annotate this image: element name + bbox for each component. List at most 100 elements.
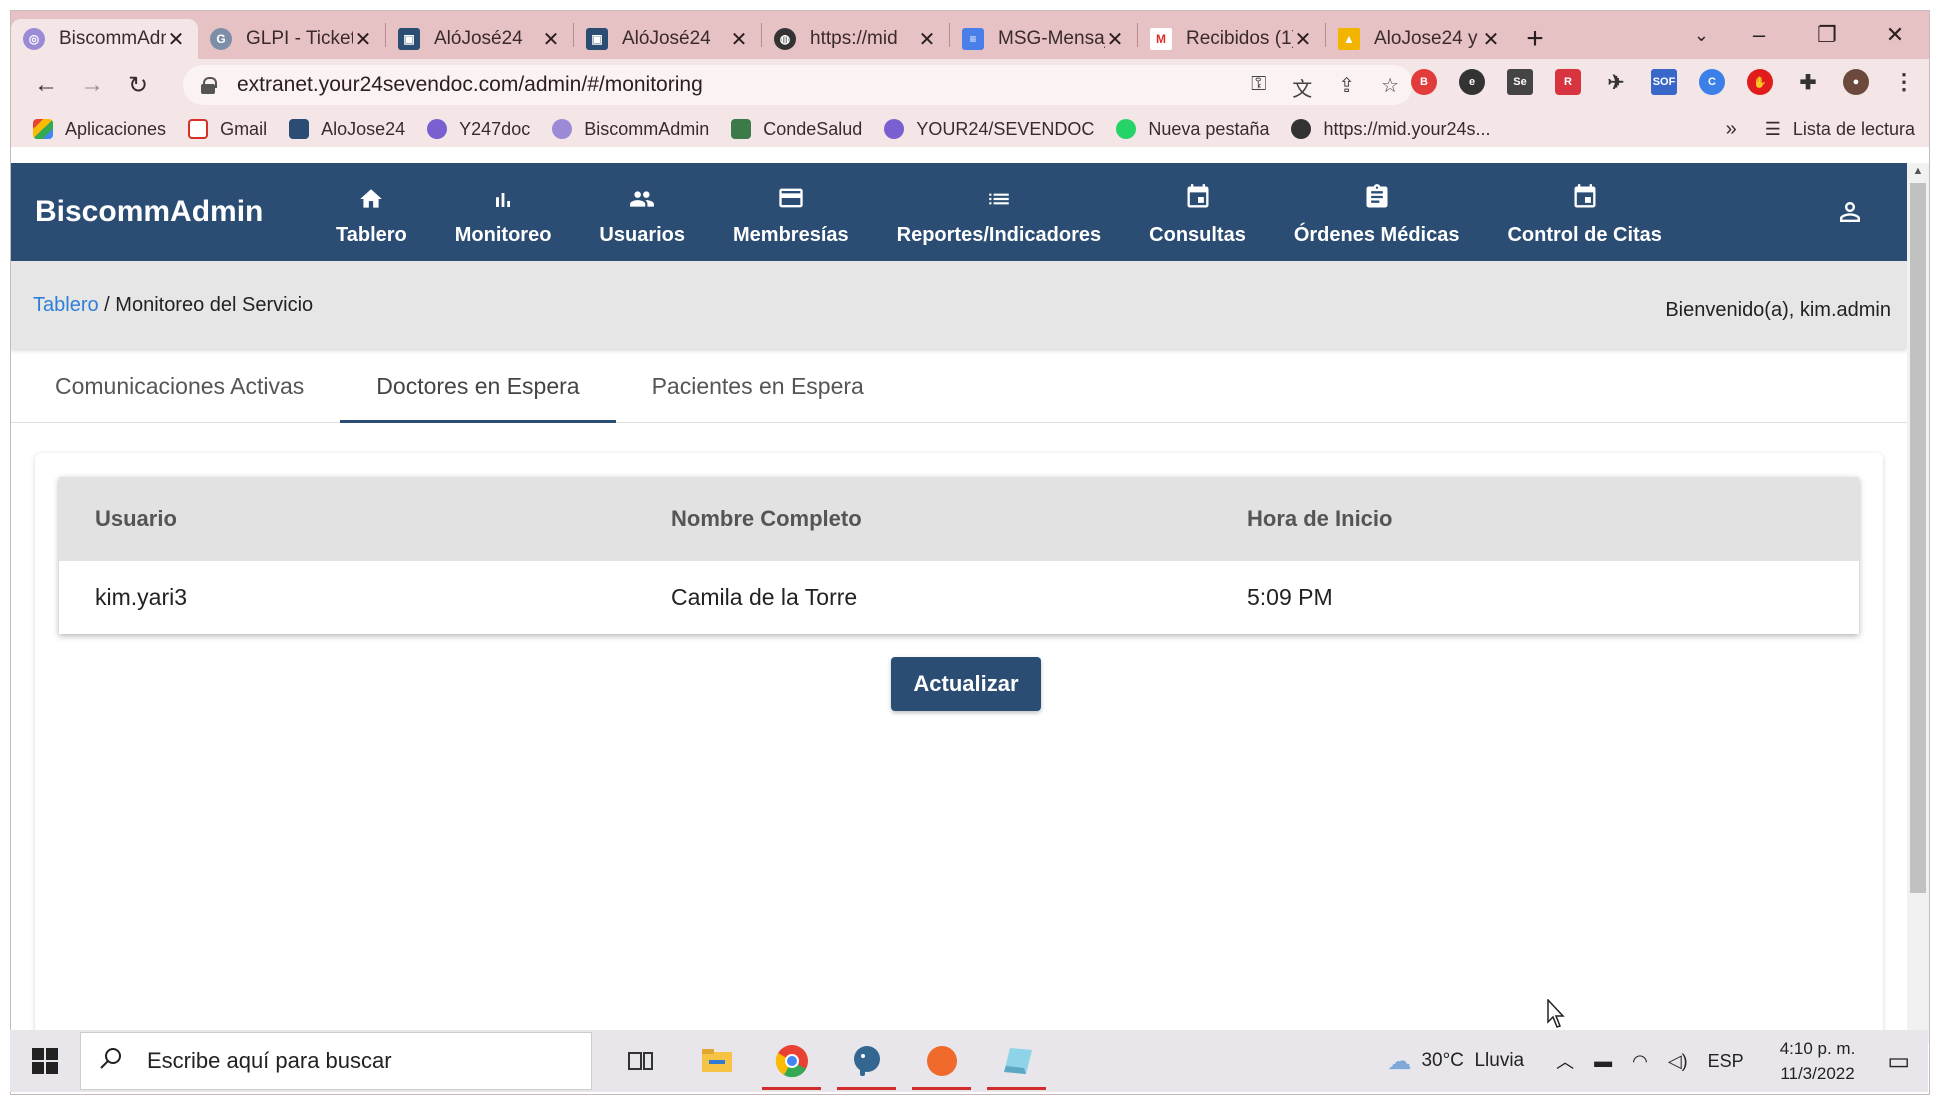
menu-item-membresias[interactable]: Membresías xyxy=(709,163,873,261)
key-icon[interactable]: ⚿ xyxy=(1251,73,1266,102)
close-tab-icon[interactable]: ✕ xyxy=(541,27,561,52)
menu-item-monitoreo[interactable]: Monitoreo xyxy=(431,163,576,261)
bookmark-item[interactable]: https://mid.your24s... xyxy=(1291,119,1491,140)
menu-label: Órdenes Médicas xyxy=(1293,223,1460,246)
extension-b-icon[interactable]: B xyxy=(1411,69,1437,95)
browser-tab[interactable]: ▣ AlóJosé24 ✕ xyxy=(386,19,573,59)
bookmark-item[interactable]: AloJose24 xyxy=(289,119,405,140)
compass-app-icon[interactable] xyxy=(904,1030,979,1092)
weather-widget[interactable]: ☁ 30°C Lluvia xyxy=(1387,1047,1524,1076)
table-row[interactable]: kim.yari3 Camila de la Torre 5:09 PM xyxy=(59,561,1859,634)
reading-list-button[interactable]: Lista de lectura xyxy=(1793,119,1915,140)
close-tab-icon[interactable]: ✕ xyxy=(166,27,186,52)
page-scrollbar[interactable]: ▲ ▼ xyxy=(1907,163,1929,1043)
close-tab-icon[interactable]: ✕ xyxy=(1293,27,1313,52)
close-tab-icon[interactable]: ✕ xyxy=(353,27,373,52)
clock-time: 4:10 p. m. xyxy=(1779,1039,1856,1058)
adblock-icon[interactable]: ✋ xyxy=(1747,69,1773,95)
lock-icon[interactable] xyxy=(201,77,217,94)
menu-item-tablero[interactable]: Tablero xyxy=(312,163,431,261)
extension-sof-icon[interactable]: SOF xyxy=(1651,69,1677,95)
bookmark-item[interactable]: CondeSalud xyxy=(731,119,862,140)
extension-red-icon[interactable]: R xyxy=(1555,69,1581,95)
close-tab-icon[interactable]: ✕ xyxy=(1105,27,1125,52)
bookmark-item[interactable]: Nueva pestaña xyxy=(1116,119,1269,140)
browser-tab[interactable]: M Recibidos (1) ✕ xyxy=(1138,19,1325,59)
bookmarks-overflow-button[interactable]: » xyxy=(1726,118,1737,141)
bookmark-item[interactable]: Y247doc xyxy=(427,119,530,140)
refresh-button[interactable]: Actualizar xyxy=(891,657,1041,711)
extension-e-icon[interactable]: e xyxy=(1459,69,1485,95)
bookmark-label: Y247doc xyxy=(459,118,531,139)
biscomm-favicon-icon: ◎ xyxy=(23,28,45,50)
restore-icon[interactable]: ❐ xyxy=(1793,22,1861,48)
bookmark-item[interactable]: BiscommAdmin xyxy=(552,119,709,140)
close-tab-icon[interactable]: ✕ xyxy=(729,27,749,52)
bookmark-item[interactable]: Aplicaciones xyxy=(33,119,166,140)
tab-comunicaciones-activas[interactable]: Comunicaciones Activas xyxy=(19,349,340,423)
close-tab-icon[interactable]: ✕ xyxy=(917,27,937,52)
y247doc-icon xyxy=(427,119,448,139)
forward-icon[interactable]: → xyxy=(69,71,115,99)
profile-avatar[interactable]: ● xyxy=(1843,69,1869,95)
bookmark-label: AloJose24 xyxy=(321,118,406,139)
browser-tab[interactable]: ◍ https://mid ✕ xyxy=(762,19,949,59)
chevron-up-icon[interactable]: ︿ xyxy=(1556,1048,1574,1074)
menu-item-consultas[interactable]: Consultas xyxy=(1125,163,1270,261)
puzzle-extensions-icon[interactable]: ✚ xyxy=(1795,69,1821,95)
menu-item-control-citas[interactable]: Control de Citas xyxy=(1483,163,1685,261)
breadcrumb-link-tablero[interactable]: Tablero xyxy=(33,294,99,316)
browser-tab[interactable]: ≡ MSG-Mensajes ✕ xyxy=(950,19,1137,59)
column-header-hora[interactable]: Hora de Inicio xyxy=(1211,506,1859,532)
tab-search-icon[interactable]: ⌄ xyxy=(1694,25,1709,46)
scrollbar-thumb[interactable] xyxy=(1910,183,1926,893)
table-header: Usuario Nombre Completo Hora de Inicio xyxy=(59,477,1859,561)
close-tab-icon[interactable]: ✕ xyxy=(1481,27,1501,52)
address-bar[interactable]: extranet.your24sevendoc.com/admin/#/moni… xyxy=(183,65,1413,105)
browser-tab[interactable]: ◎ BiscommAdmin ✕ xyxy=(11,19,198,59)
new-tab-button[interactable]: + xyxy=(1513,19,1557,59)
windows-start-icon[interactable] xyxy=(10,1030,80,1092)
extension-se-icon[interactable]: Se xyxy=(1507,69,1533,95)
translate-icon[interactable]: 文 xyxy=(1292,73,1312,102)
chrome-menu-icon[interactable]: ⋮ xyxy=(1891,69,1917,95)
taskbar-search-input[interactable]: Escribe aquí para buscar xyxy=(80,1032,592,1090)
back-icon[interactable]: ← xyxy=(23,71,69,99)
notifications-icon[interactable]: ▭ xyxy=(1887,1047,1910,1076)
tab-pacientes-en-espera[interactable]: Pacientes en Espera xyxy=(616,349,900,423)
share-icon[interactable]: ⇪ xyxy=(1338,73,1355,102)
extension-plane-icon[interactable]: ✈ xyxy=(1603,69,1629,95)
chrome-icon[interactable] xyxy=(754,1030,829,1092)
bookmark-star-icon[interactable]: ☆ xyxy=(1381,73,1399,102)
file-explorer-icon[interactable] xyxy=(679,1030,754,1092)
clock[interactable]: 4:10 p. m. 11/3/2022 xyxy=(1780,1036,1856,1086)
battery-icon[interactable]: ▬ xyxy=(1594,1051,1612,1072)
wifi-icon[interactable]: ◠ xyxy=(1632,1051,1648,1072)
extension-c-icon[interactable]: C xyxy=(1699,69,1725,95)
minimize-icon[interactable]: – xyxy=(1725,22,1793,48)
menu-item-usuarios[interactable]: Usuarios xyxy=(575,163,709,261)
reading-list-icon[interactable]: ☰ xyxy=(1765,119,1781,140)
close-window-icon[interactable]: ✕ xyxy=(1861,22,1929,48)
browser-tab[interactable]: G GLPI - Tickets ✕ xyxy=(198,19,385,59)
notes-app-icon[interactable] xyxy=(979,1030,1054,1092)
column-header-nombre[interactable]: Nombre Completo xyxy=(635,506,1211,532)
reload-icon[interactable]: ↻ xyxy=(115,71,161,100)
address-text[interactable]: extranet.your24sevendoc.com/admin/#/moni… xyxy=(237,73,703,97)
app-brand[interactable]: BiscommAdmin xyxy=(35,195,312,229)
account-icon[interactable] xyxy=(1835,197,1865,232)
column-header-usuario[interactable]: Usuario xyxy=(59,506,635,532)
task-view-icon[interactable] xyxy=(604,1030,679,1092)
bookmarks-bar: Aplicaciones Gmail AloJose24 Y247doc Bis… xyxy=(11,111,1929,147)
browser-tab[interactable]: ▣ AlóJosé24 ✕ xyxy=(574,19,761,59)
browser-tab[interactable]: ▲ AloJose24 y ✕ xyxy=(1326,19,1513,59)
scroll-up-icon[interactable]: ▲ xyxy=(1907,165,1929,177)
bookmark-item[interactable]: YOUR24/SEVENDOC xyxy=(884,119,1094,140)
tab-doctores-en-espera[interactable]: Doctores en Espera xyxy=(340,349,616,423)
menu-item-reportes[interactable]: Reportes/Indicadores xyxy=(873,163,1126,261)
postgres-icon[interactable] xyxy=(829,1030,904,1092)
menu-item-ordenes-medicas[interactable]: Órdenes Médicas xyxy=(1270,163,1484,261)
language-indicator[interactable]: ESP xyxy=(1708,1051,1744,1072)
volume-icon[interactable]: ◁) xyxy=(1668,1051,1688,1072)
bookmark-item[interactable]: Gmail xyxy=(188,119,267,140)
